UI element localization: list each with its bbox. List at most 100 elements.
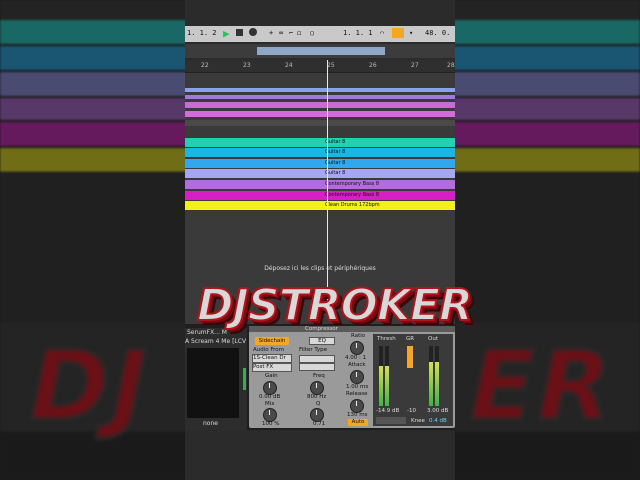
audio-from-label: Audio From bbox=[253, 347, 285, 353]
key-map-icon[interactable]: ▾ bbox=[409, 29, 413, 37]
clip-label: Guitar 8 bbox=[325, 139, 346, 145]
eq-toggle[interactable]: EQ bbox=[309, 337, 335, 345]
preset-name[interactable]: A Scream 4 Me [LCV bbox=[185, 338, 246, 345]
sidechain-toggle[interactable]: Sidechain bbox=[255, 337, 289, 345]
empty-lane[interactable] bbox=[185, 120, 455, 126]
arrangement-overview[interactable] bbox=[185, 44, 455, 58]
device-display bbox=[187, 348, 239, 418]
thresh-value: -14.9 dB bbox=[376, 408, 400, 414]
q-label: Q bbox=[316, 401, 321, 407]
knee-value[interactable]: 0.4 dB bbox=[429, 418, 447, 424]
post-fx-select[interactable]: Post FX bbox=[252, 363, 292, 372]
drop-zone-text: Déposez ici les clips et périphériques bbox=[264, 265, 376, 272]
ratio-value: 4.00 : 1 bbox=[345, 355, 367, 361]
ruler-bar: 24 bbox=[285, 62, 293, 69]
loop-icon[interactable]: ∞ bbox=[279, 29, 283, 37]
background-logo-left: DJ bbox=[28, 329, 150, 444]
filter-type-buttons[interactable] bbox=[299, 355, 335, 363]
ruler-bar: 27 bbox=[411, 62, 419, 69]
loop-start-position[interactable]: 1. 1. 1 bbox=[343, 29, 373, 37]
overview-viewport[interactable] bbox=[257, 47, 385, 55]
mix-value: 100 % bbox=[262, 421, 280, 427]
none-label[interactable]: none bbox=[203, 420, 218, 427]
thresh-meter[interactable] bbox=[379, 346, 383, 406]
freq-knob[interactable] bbox=[310, 381, 324, 395]
gr-label: GR bbox=[406, 336, 415, 342]
q-knob[interactable] bbox=[310, 408, 324, 422]
release-value: 130 ms bbox=[347, 412, 368, 418]
clip-track-7[interactable]: Clean Drums 172bpm bbox=[185, 201, 455, 210]
out-value: 3.00 dB bbox=[427, 408, 449, 414]
attack-label: Attack bbox=[348, 362, 366, 368]
mode-buttons[interactable] bbox=[376, 417, 406, 424]
background-logo-right: ER bbox=[469, 329, 614, 444]
filter-type-label: Filter Type bbox=[299, 347, 328, 353]
compressor-device: Compressor Sidechain EQ Audio From 1S-Cl… bbox=[249, 326, 455, 428]
follow-icon[interactable] bbox=[392, 28, 404, 38]
release-label: Release bbox=[346, 391, 368, 397]
knee-label: Knee bbox=[411, 418, 425, 424]
ratio-knob[interactable] bbox=[350, 341, 364, 355]
mix-label: Mix bbox=[265, 401, 275, 407]
play-icon[interactable]: ▶ bbox=[223, 27, 230, 40]
clip-label: Contemporary Bass 8 bbox=[325, 192, 380, 198]
overdub-icon[interactable]: ○ bbox=[310, 29, 314, 37]
clip-label: Contemporary Bass 8 bbox=[325, 181, 380, 187]
freq-label: Freq bbox=[313, 373, 325, 379]
clip-label: Guitar 8 bbox=[325, 160, 346, 166]
daw-window: 1. 1. 2 ▶ + ∞ ⌐ ◻ ○ 1. 1. 1 ⌒ ▾ 48. 0. 2… bbox=[185, 0, 455, 480]
beat-ruler[interactable]: 22 23 24 25 26 27 28 bbox=[185, 60, 455, 73]
ruler-bar: 28 bbox=[447, 62, 455, 69]
punch-icon[interactable]: ⌐ bbox=[289, 29, 293, 37]
thresh-label: Thresh bbox=[377, 336, 396, 342]
ratio-label: Ratio bbox=[351, 333, 366, 339]
automation-lane[interactable] bbox=[185, 95, 455, 99]
q-value: 0.71 bbox=[313, 421, 326, 427]
clip-track-5[interactable]: Contemporary Bass 8 bbox=[185, 180, 455, 189]
left-device-panel: SerumFX... M A Scream 4 Me [LCV none bbox=[185, 328, 247, 430]
out-label: Out bbox=[428, 336, 438, 342]
audio-from-select[interactable]: 1S-Clean Dr bbox=[252, 354, 292, 363]
clip-track-3[interactable]: Guitar 8 bbox=[185, 159, 455, 168]
draw-mode-icon[interactable]: ⌒ bbox=[380, 29, 384, 37]
output-meter[interactable] bbox=[429, 346, 433, 406]
filter-type-buttons-2[interactable] bbox=[299, 363, 335, 371]
loop-length[interactable]: 48. 0. bbox=[425, 29, 450, 37]
thresh-meter-r[interactable] bbox=[385, 346, 389, 406]
automation-lane[interactable] bbox=[185, 111, 455, 117]
automation-lane[interactable] bbox=[185, 102, 455, 108]
stop-icon[interactable] bbox=[236, 29, 243, 36]
gain-reduction-meter bbox=[407, 346, 413, 368]
song-position[interactable]: 1. 1. 2 bbox=[187, 29, 217, 37]
auto-release-toggle[interactable]: Auto bbox=[348, 419, 368, 426]
clip-label: Guitar 8 bbox=[325, 149, 346, 155]
ruler-bar: 26 bbox=[369, 62, 377, 69]
ruler-bar: 23 bbox=[243, 62, 251, 69]
release-knob[interactable] bbox=[350, 399, 364, 413]
attack-knob[interactable] bbox=[350, 370, 364, 384]
clip-track-1[interactable]: Guitar 8 bbox=[185, 138, 455, 147]
ruler-bar: 22 bbox=[201, 62, 209, 69]
clip-track-4[interactable]: Guitar 8 bbox=[185, 169, 455, 178]
djstroker-logo: DJSTROKER bbox=[196, 281, 474, 331]
clip-track-2[interactable]: Guitar 8 bbox=[185, 148, 455, 157]
mix-knob[interactable] bbox=[263, 408, 277, 422]
ruler-bar: 25 bbox=[327, 62, 335, 69]
record-icon[interactable] bbox=[249, 28, 257, 36]
playhead[interactable] bbox=[327, 60, 328, 310]
add-icon[interactable]: + bbox=[269, 29, 273, 37]
clip-label: Clean Drums 172bpm bbox=[325, 202, 380, 208]
gain-label: Gain bbox=[265, 373, 278, 379]
clip-label: Guitar 8 bbox=[325, 170, 346, 176]
output-meter-r[interactable] bbox=[435, 346, 439, 406]
level-meter bbox=[243, 368, 246, 390]
gain-knob[interactable] bbox=[263, 381, 277, 395]
automation-lane[interactable] bbox=[185, 88, 455, 92]
transport-bar: 1. 1. 2 ▶ + ∞ ⌐ ◻ ○ 1. 1. 1 ⌒ ▾ 48. 0. bbox=[185, 26, 455, 42]
freq-value: 800 Hz bbox=[307, 394, 327, 400]
metronome-icon[interactable]: ◻ bbox=[297, 29, 301, 37]
clip-track-6[interactable]: Contemporary Bass 8 bbox=[185, 191, 455, 200]
logo-text: DJSTROKER bbox=[196, 280, 474, 331]
gain-value: 0.00 dB bbox=[259, 394, 281, 400]
attack-value: 1.00 ms bbox=[346, 384, 369, 390]
